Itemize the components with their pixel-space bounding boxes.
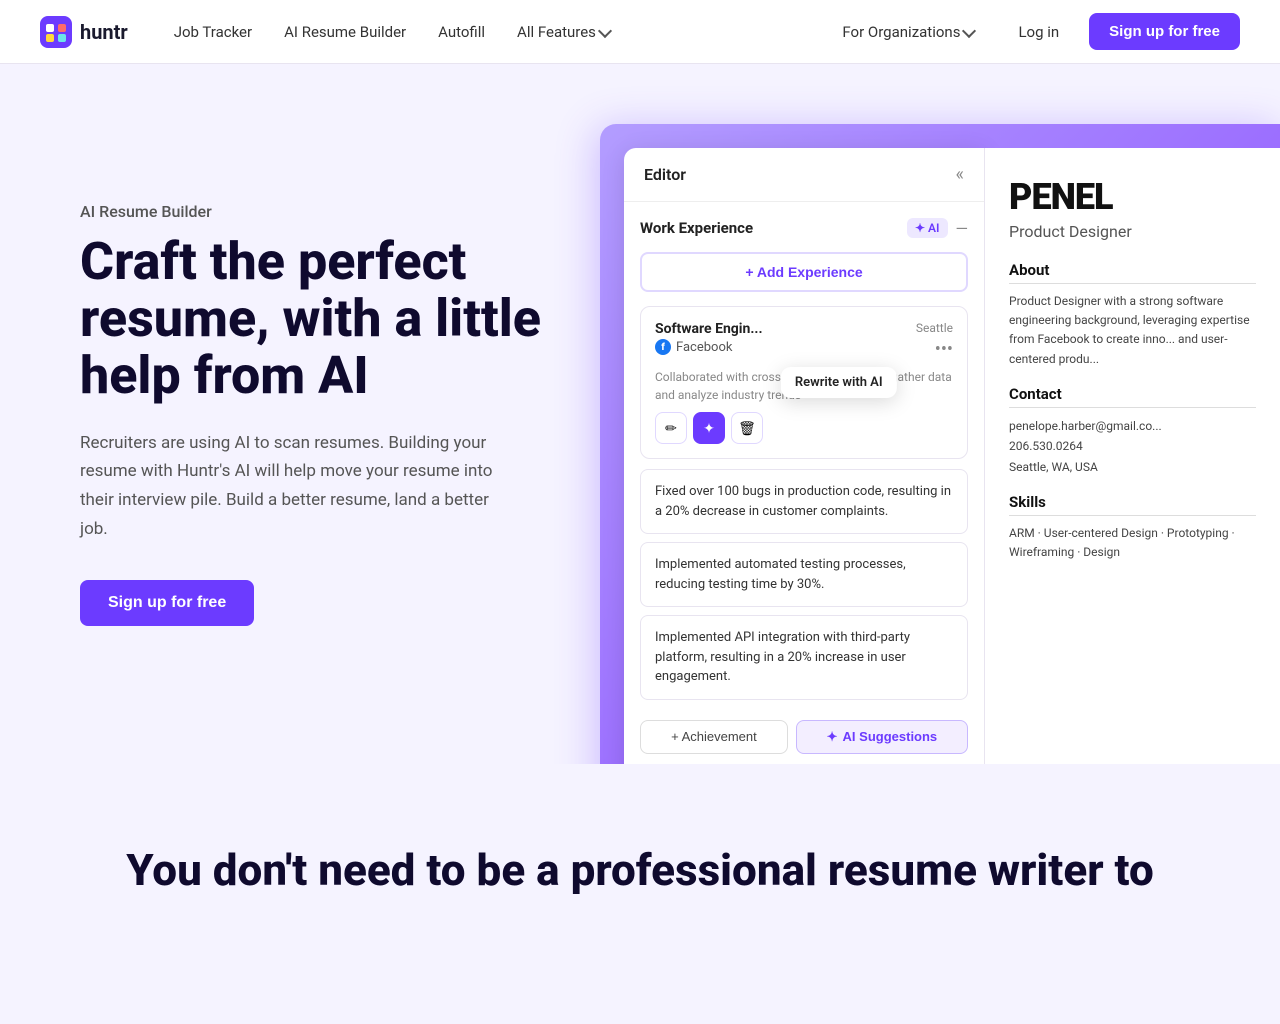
resume-about-text: Product Designer with a strong software … xyxy=(1009,292,1256,369)
work-experience-header: Work Experience ✦ AI — xyxy=(640,218,968,238)
resume-phone: 206.530.0264 xyxy=(1009,436,1256,456)
chevron-down-icon xyxy=(962,23,976,37)
edit-trash-button[interactable]: 🗑 xyxy=(731,412,763,444)
exp-card-header: Software Engin... f Facebook Seattle ••• xyxy=(655,321,953,360)
ai-badge[interactable]: ✦ AI xyxy=(907,218,948,238)
nav-job-tracker[interactable]: Job Tracker xyxy=(160,15,266,49)
bullet-card-1: Fixed over 100 bugs in production code, … xyxy=(640,469,968,534)
editor-panel: Editor « Work Experience ✦ AI — xyxy=(624,148,984,764)
editor-header: Editor « xyxy=(624,148,984,202)
ai-label: AI xyxy=(928,221,939,235)
rewrite-tooltip[interactable]: Rewrite with AI xyxy=(781,367,897,398)
hero-description: Recruiters are using AI to scan resumes.… xyxy=(80,429,500,545)
nav-all-features-label: All Features xyxy=(517,23,596,41)
minus-icon[interactable]: — xyxy=(956,219,969,238)
bullet-text-3: Implemented API integration with third-p… xyxy=(655,630,910,684)
logo-text: huntr xyxy=(80,20,128,44)
nav-org-label: For Organizations xyxy=(842,23,960,41)
section-actions: ✦ AI — xyxy=(907,218,968,238)
resume-email: penelope.harber@gmail.co... xyxy=(1009,416,1256,436)
bottom-title: You don't need to be a professional resu… xyxy=(80,844,1200,897)
exp-company-name: f Facebook xyxy=(655,339,763,355)
card-footer: + Achievement ✦ AI Suggestions xyxy=(640,708,968,758)
nav-for-organizations[interactable]: For Organizations xyxy=(828,15,988,49)
hero-title: Craft the perfect resume, with a little … xyxy=(80,233,580,405)
nav-right: For Organizations Log in Sign up for fre… xyxy=(828,13,1240,50)
exp-menu-icon[interactable]: ••• xyxy=(935,339,953,360)
hero-subtitle: AI Resume Builder xyxy=(80,202,580,221)
ai-suggest-label: AI Suggestions xyxy=(843,729,938,744)
resume-about-title: About xyxy=(1009,261,1256,284)
achievement-button[interactable]: + Achievement xyxy=(640,720,788,754)
editor-title: Editor xyxy=(644,165,686,184)
resume-role: Product Designer xyxy=(1009,222,1256,241)
ai-suggest-icon: ✦ xyxy=(827,729,838,745)
nav-signup-button[interactable]: Sign up for free xyxy=(1089,13,1240,50)
nav-autofill[interactable]: Autofill xyxy=(424,15,499,49)
bullet-card-3: Implemented API integration with third-p… xyxy=(640,615,968,700)
collapse-icon[interactable]: « xyxy=(956,164,964,185)
resume-contact-title: Contact xyxy=(1009,385,1256,408)
bullet-card-2: Implemented automated testing processes,… xyxy=(640,542,968,607)
edit-pencil-button[interactable]: ✏ xyxy=(655,412,687,444)
exp-company: Software Engin... f Facebook xyxy=(655,321,763,355)
huntr-logo-icon xyxy=(40,16,72,48)
sparkle-icon: ✦ xyxy=(915,221,925,235)
nav-ai-resume-builder[interactable]: AI Resume Builder xyxy=(270,15,420,49)
edit-actions: ✏ ✦ 🗑 xyxy=(655,412,953,444)
experience-card: Software Engin... f Facebook Seattle ••• xyxy=(640,306,968,459)
rewrite-label: Rewrite with AI xyxy=(795,375,883,390)
nav-login[interactable]: Log in xyxy=(1004,15,1073,49)
facebook-icon: f xyxy=(655,339,671,355)
hero-section: AI Resume Builder Craft the perfect resu… xyxy=(0,64,1280,764)
hero-content: AI Resume Builder Craft the perfect resu… xyxy=(80,202,580,626)
chevron-down-icon xyxy=(598,23,612,37)
add-experience-button[interactable]: + Add Experience xyxy=(640,252,968,292)
navigation: huntr Job Tracker AI Resume Builder Auto… xyxy=(0,0,1280,64)
resume-address: Seattle, WA, USA xyxy=(1009,457,1256,477)
exp-location: Seattle xyxy=(916,321,953,335)
section-title: Work Experience xyxy=(640,219,753,237)
hero-mockup: Editor « Work Experience ✦ AI — xyxy=(580,64,1280,764)
bottom-section: You don't need to be a professional resu… xyxy=(0,764,1280,937)
bullet-text-2: Implemented automated testing processes,… xyxy=(655,557,906,592)
nav-links: Job Tracker AI Resume Builder Autofill A… xyxy=(160,15,829,49)
edit-sparkle-button[interactable]: ✦ xyxy=(693,412,725,444)
logo[interactable]: huntr xyxy=(40,16,128,48)
resume-skills-text: ARM · User-centered Design · Prototyping… xyxy=(1009,524,1256,562)
editor-body: Work Experience ✦ AI — + Add Experience xyxy=(624,202,984,764)
resume-preview-panel: PENEL Product Designer About Product Des… xyxy=(984,148,1280,764)
mockup-container: Editor « Work Experience ✦ AI — xyxy=(600,124,1280,764)
nav-all-features[interactable]: All Features xyxy=(503,15,624,49)
resume-contact-info: penelope.harber@gmail.co... 206.530.0264… xyxy=(1009,416,1256,477)
exp-job-title: Software Engin... xyxy=(655,321,763,337)
company-label: Facebook xyxy=(676,340,732,355)
bullet-text-1: Fixed over 100 bugs in production code, … xyxy=(655,484,951,519)
hero-cta-button[interactable]: Sign up for free xyxy=(80,580,254,626)
ai-suggestions-button[interactable]: ✦ AI Suggestions xyxy=(796,720,968,754)
resume-name: PENEL xyxy=(1009,176,1256,218)
exp-right: Seattle ••• xyxy=(916,321,953,360)
resume-skills-title: Skills xyxy=(1009,493,1256,516)
